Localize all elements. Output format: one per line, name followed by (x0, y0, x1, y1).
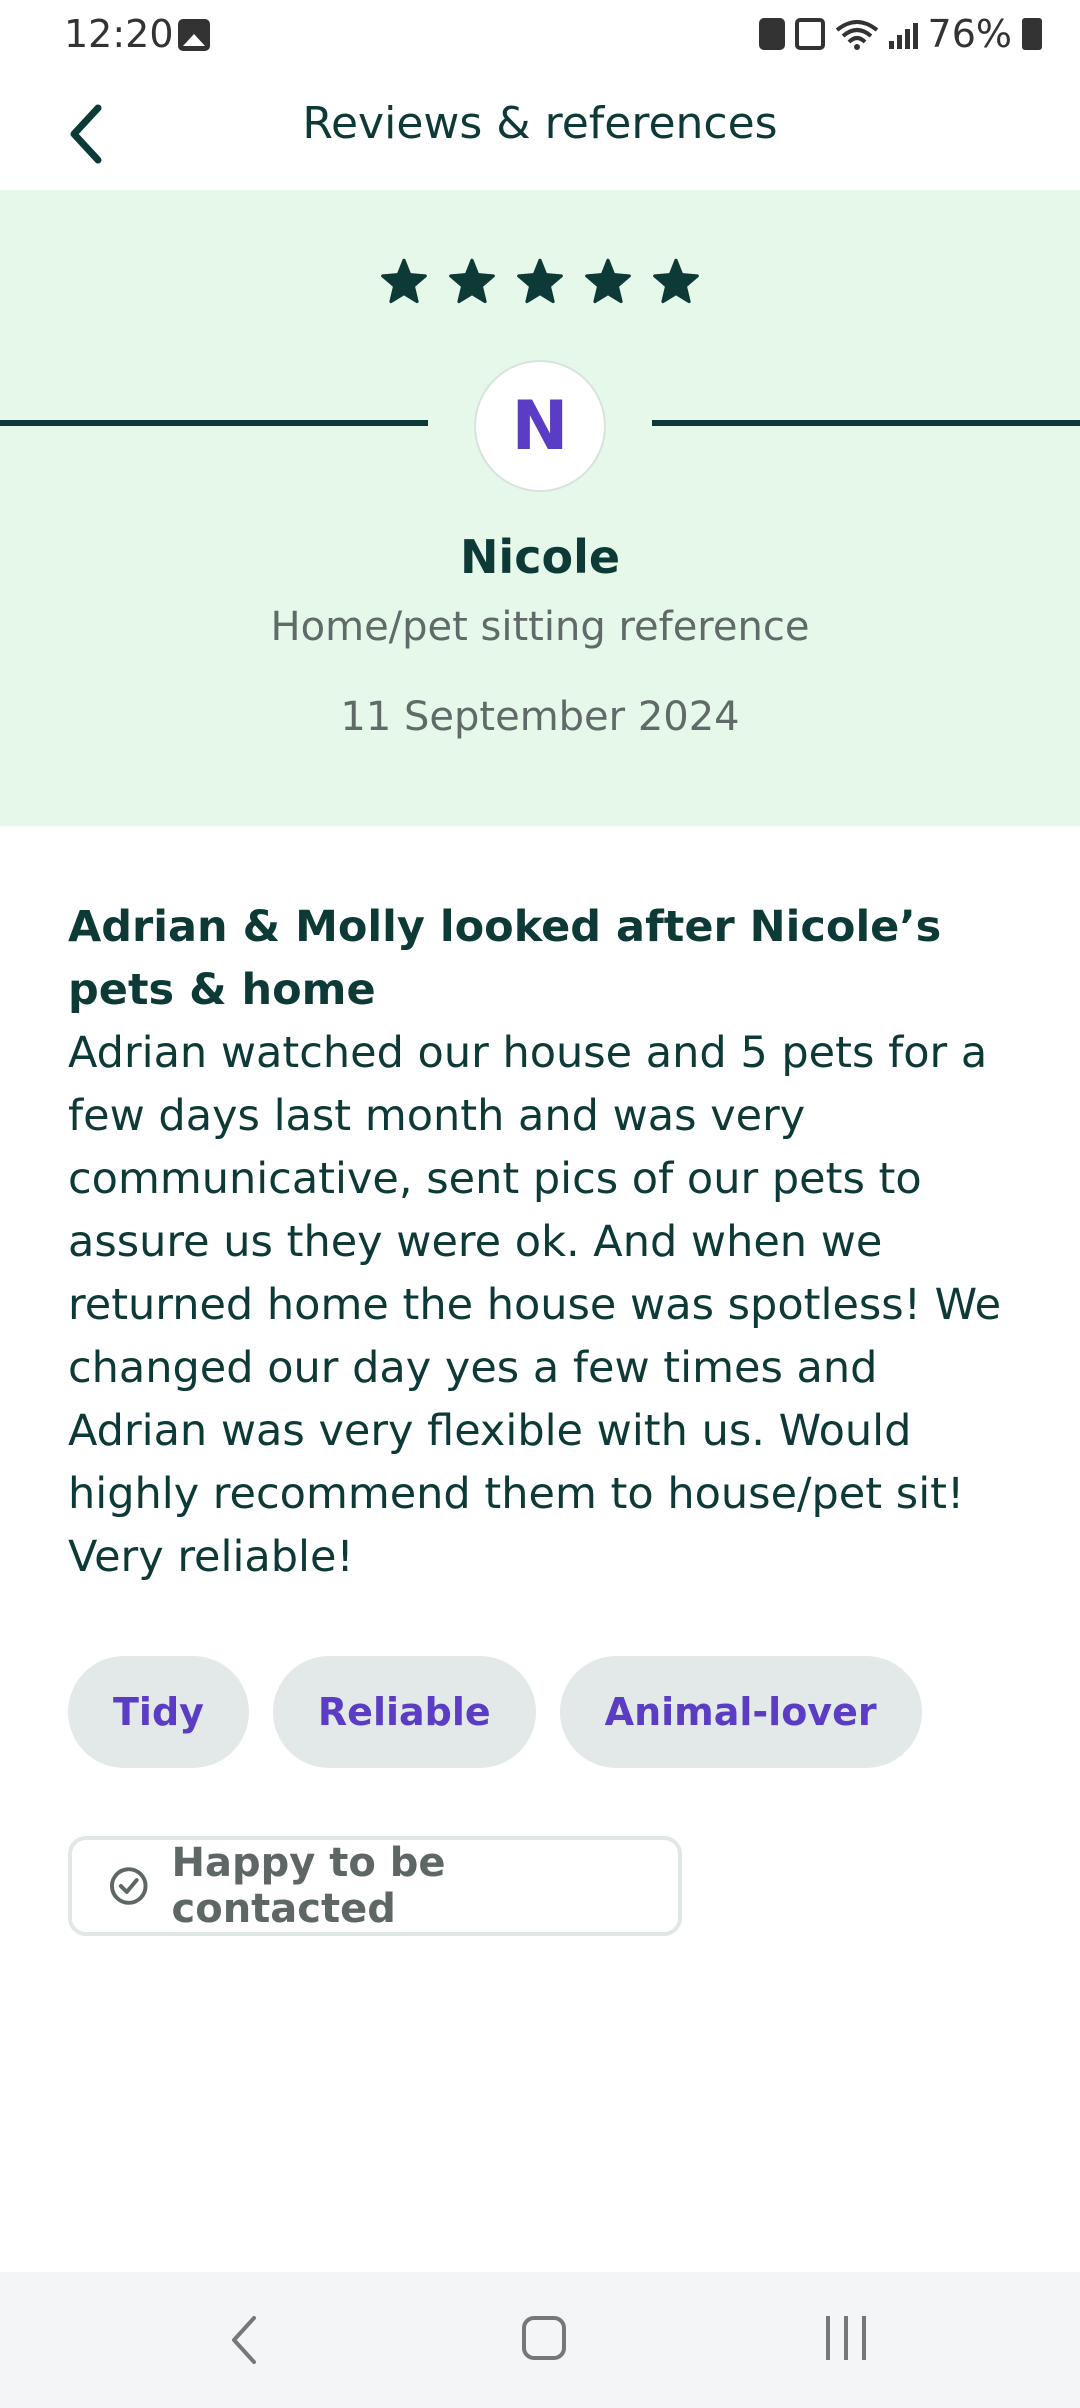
check-circle-icon (109, 1867, 148, 1905)
status-time: 12:20 (64, 12, 174, 56)
reviewer-name: Nicole (459, 530, 621, 584)
divider-line (0, 420, 428, 426)
page-title: Reviews & references (302, 98, 778, 149)
tag-chip: Reliable (272, 1656, 536, 1768)
avatar: N (474, 360, 606, 492)
battery-percent: 76% (927, 12, 1012, 56)
review-heading: Adrian & Molly looked after Nicole’s pet… (68, 902, 942, 1015)
star-rating (0, 256, 1080, 308)
star-icon (517, 258, 563, 304)
review-text: Adrian watched our house and 5 pets for … (68, 1028, 1002, 1582)
star-icon (585, 258, 631, 304)
review-hero: N Nicole Home/pet sitting reference 11 S… (0, 190, 1080, 826)
star-icon (449, 258, 495, 304)
review-type: Home/pet sitting reference (270, 604, 810, 650)
review-date: 11 September 2024 (340, 694, 740, 740)
divider-line (652, 420, 1080, 426)
nfc-icon (794, 18, 825, 50)
star-icon (381, 258, 427, 304)
contact-label: Happy to be contacted (171, 1840, 446, 1932)
status-bar: 12:20 76% (0, 0, 1080, 72)
wifi-icon (835, 20, 878, 50)
star-icon (653, 258, 699, 304)
signal-icon (888, 19, 918, 49)
review-content: Adrian & Molly looked after Nicole’s pet… (68, 896, 1028, 1589)
tag-chip: Tidy (68, 1656, 249, 1768)
trait-tags: Tidy Reliable Animal-lover (68, 1656, 922, 1768)
status-icons: 76% (758, 12, 1042, 56)
tag-chip: Animal-lover (559, 1656, 922, 1768)
happy-to-be-contacted-chip: Happy to be contacted (68, 1836, 682, 1936)
nav-home-icon[interactable] (522, 2316, 566, 2360)
sim-icon (758, 18, 785, 50)
nav-back-icon[interactable] (220, 2312, 270, 2368)
battery-icon (1022, 18, 1042, 50)
system-nav-bar (0, 2272, 1080, 2408)
image-icon (178, 19, 210, 51)
nav-recents-icon[interactable] (826, 2316, 866, 2360)
app-header: Reviews & references (0, 72, 1080, 190)
